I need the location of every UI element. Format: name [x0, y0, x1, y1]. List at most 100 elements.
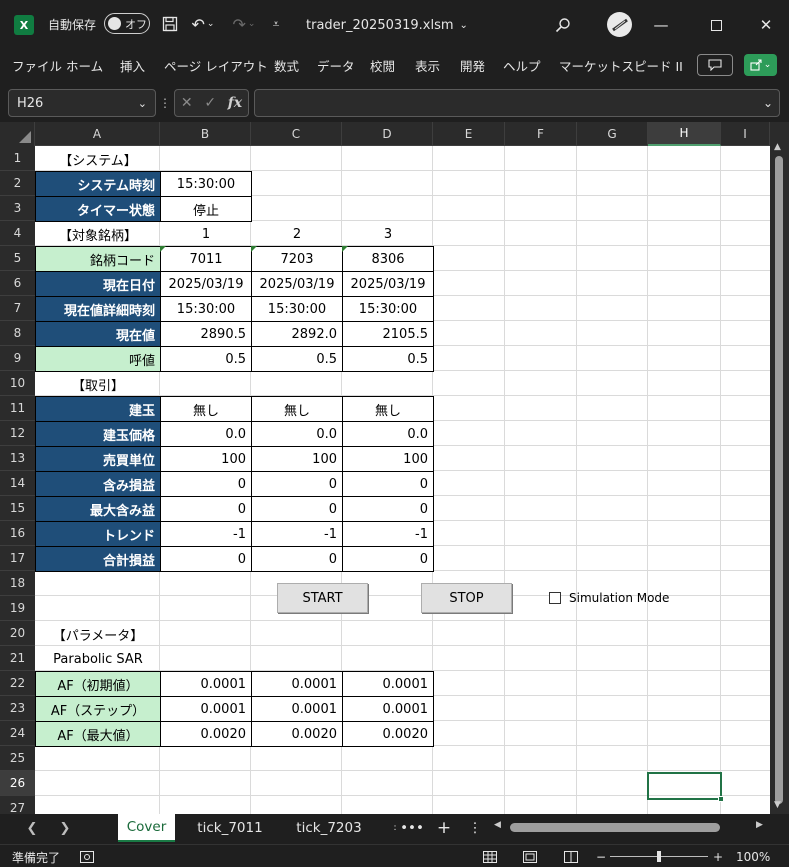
row-header-26[interactable]: 26 — [0, 771, 35, 796]
af-initial-value[interactable]: 0.0001 — [160, 671, 252, 697]
row-header-14[interactable]: 14 — [0, 471, 35, 496]
row-header-23[interactable]: 23 — [0, 696, 35, 721]
tick-size-value[interactable]: 0.5 — [160, 346, 252, 372]
total-pl-value[interactable]: 0 — [251, 546, 343, 572]
worksheet[interactable]: ABCDEFGHI 1 2 3 4 5 6 7 8 9 10 11 12 13 14 15 16 17 18 19 2… — [0, 122, 789, 814]
af-step-value[interactable]: 0.0001 — [342, 696, 434, 722]
zoom-slider-thumb[interactable] — [657, 851, 661, 862]
max-unrealized-profit-value[interactable]: 0 — [342, 496, 434, 522]
row-header-25[interactable]: 25 — [0, 746, 35, 771]
avatar[interactable] — [607, 12, 632, 37]
af-max-value[interactable]: 0.0020 — [342, 721, 434, 747]
row-header-24[interactable]: 24 — [0, 721, 35, 746]
position-label[interactable]: 建玉 — [35, 396, 161, 422]
af-max-label[interactable]: AF（最大値） — [35, 721, 161, 747]
scroll-left-icon[interactable]: ◀ — [494, 820, 501, 830]
total-pl-label[interactable]: 合計損益 — [35, 546, 161, 572]
stop-button[interactable]: STOP — [421, 583, 512, 613]
search-icon[interactable] — [552, 14, 574, 36]
target-number[interactable]: 3 — [342, 221, 434, 247]
price-detail-time-value[interactable]: 15:30:00 — [251, 296, 343, 322]
current-date-label[interactable]: 現在日付 — [35, 271, 161, 297]
maximize-button[interactable] — [703, 12, 729, 38]
column-header-f[interactable]: F — [505, 122, 577, 146]
row-header-16[interactable]: 16 — [0, 521, 35, 546]
trade-header[interactable]: 【取引】 — [35, 371, 161, 397]
row-header-10[interactable]: 10 — [0, 371, 35, 396]
stock-code-value[interactable]: 7011 — [160, 246, 252, 272]
tab-formulas[interactable]: 数式 — [274, 56, 299, 76]
trade-unit-value[interactable]: 100 — [251, 446, 343, 472]
tab-page-layout[interactable]: ページ レイアウト — [164, 56, 268, 76]
sheet-tab-tick-7011[interactable]: tick_7011 — [186, 814, 274, 842]
tab-view[interactable]: 表示 — [415, 56, 440, 76]
horizontal-scrollbar[interactable]: ◀ ▶ — [492, 819, 772, 837]
row-header-5[interactable]: 5 — [0, 246, 35, 271]
tab-file[interactable]: ファイル — [12, 56, 62, 76]
simulation-mode-checkbox[interactable]: Simulation Mode — [549, 591, 669, 605]
row-header-1[interactable]: 1 — [0, 146, 35, 171]
target-header[interactable]: 【対象銘柄】 — [35, 221, 161, 247]
position-price-value[interactable]: 0.0 — [342, 421, 434, 447]
row-header-6[interactable]: 6 — [0, 271, 35, 296]
system-header[interactable]: 【システム】 — [35, 146, 161, 172]
active-cell[interactable] — [647, 772, 724, 802]
current-date-value[interactable]: 2025/03/19 — [160, 271, 252, 297]
row-header-4[interactable]: 4 — [0, 221, 35, 246]
current-price-label[interactable]: 現在値 — [35, 321, 161, 347]
insert-function-icon[interactable]: fx — [228, 95, 242, 111]
page-break-view-icon[interactable] — [564, 848, 578, 866]
fill-handle[interactable] — [718, 796, 724, 802]
tick-size-value[interactable]: 0.5 — [342, 346, 434, 372]
row-header-2[interactable]: 2 — [0, 171, 35, 196]
trend-label[interactable]: トレンド — [35, 521, 161, 547]
timer-status-label[interactable]: タイマー状態 — [35, 196, 161, 222]
column-header-b[interactable]: B — [160, 122, 251, 146]
share-button[interactable]: ⌄ — [744, 54, 777, 76]
af-initial-value[interactable]: 0.0001 — [251, 671, 343, 697]
current-date-value[interactable]: 2025/03/19 — [342, 271, 434, 297]
af-step-value[interactable]: 0.0001 — [251, 696, 343, 722]
current-price-value[interactable]: 2892.0 — [251, 321, 343, 347]
column-header-h[interactable]: H — [648, 122, 721, 146]
position-price-label[interactable]: 建玉価格 — [35, 421, 161, 447]
sheet-tab-tick-7203[interactable]: tick_7203 — [284, 814, 374, 842]
sheet-tab-cover[interactable]: Cover — [118, 814, 175, 842]
page-layout-view-icon[interactable] — [523, 848, 537, 866]
tick-size-label[interactable]: 呼値 — [35, 346, 161, 372]
expand-formula-bar-icon[interactable]: ⌄ — [763, 96, 773, 110]
target-number[interactable]: 2 — [251, 221, 343, 247]
stock-code-label[interactable]: 銘柄コード — [35, 246, 161, 272]
trend-value[interactable]: -1 — [251, 521, 343, 547]
trade-unit-value[interactable]: 100 — [342, 446, 434, 472]
row-header-19[interactable]: 19 — [0, 596, 35, 621]
price-detail-time-value[interactable]: 15:30:00 — [342, 296, 434, 322]
start-button[interactable]: START — [277, 583, 368, 613]
af-step-label[interactable]: AF（ステップ） — [35, 696, 161, 722]
price-detail-time-value[interactable]: 15:30:00 — [160, 296, 252, 322]
tab-home[interactable]: ホーム — [66, 56, 103, 76]
row-header-13[interactable]: 13 — [0, 446, 35, 471]
column-header-d[interactable]: D — [342, 122, 433, 146]
column-header-c[interactable]: C — [251, 122, 342, 146]
price-detail-time-label[interactable]: 現在値詳細時刻 — [35, 296, 161, 322]
zoom-in-icon[interactable]: + — [713, 848, 723, 866]
timer-status-value[interactable]: 停止 — [160, 196, 252, 222]
row-header-11[interactable]: 11 — [0, 396, 35, 421]
redo-icon[interactable]: ↷ ⌄ — [228, 14, 260, 34]
af-initial-value[interactable]: 0.0001 — [342, 671, 434, 697]
target-number[interactable]: 1 — [160, 221, 252, 247]
select-all-button[interactable] — [0, 122, 35, 146]
column-header-g[interactable]: G — [577, 122, 648, 146]
stock-code-value[interactable]: 7203 — [251, 246, 343, 272]
row-header-17[interactable]: 17 — [0, 546, 35, 571]
current-price-value[interactable]: 2890.5 — [160, 321, 252, 347]
customize-qat-icon[interactable]: ⩡ — [268, 14, 284, 34]
current-price-value[interactable]: 2105.5 — [342, 321, 434, 347]
system-time-value[interactable]: 15:30:00 — [160, 171, 252, 197]
af-max-value[interactable]: 0.0020 — [160, 721, 252, 747]
checkbox-box[interactable] — [549, 592, 561, 604]
stock-code-value[interactable]: 8306 — [342, 246, 434, 272]
more-sheets-icon[interactable]: ••• — [400, 814, 424, 842]
row-header-20[interactable]: 20 — [0, 621, 35, 646]
